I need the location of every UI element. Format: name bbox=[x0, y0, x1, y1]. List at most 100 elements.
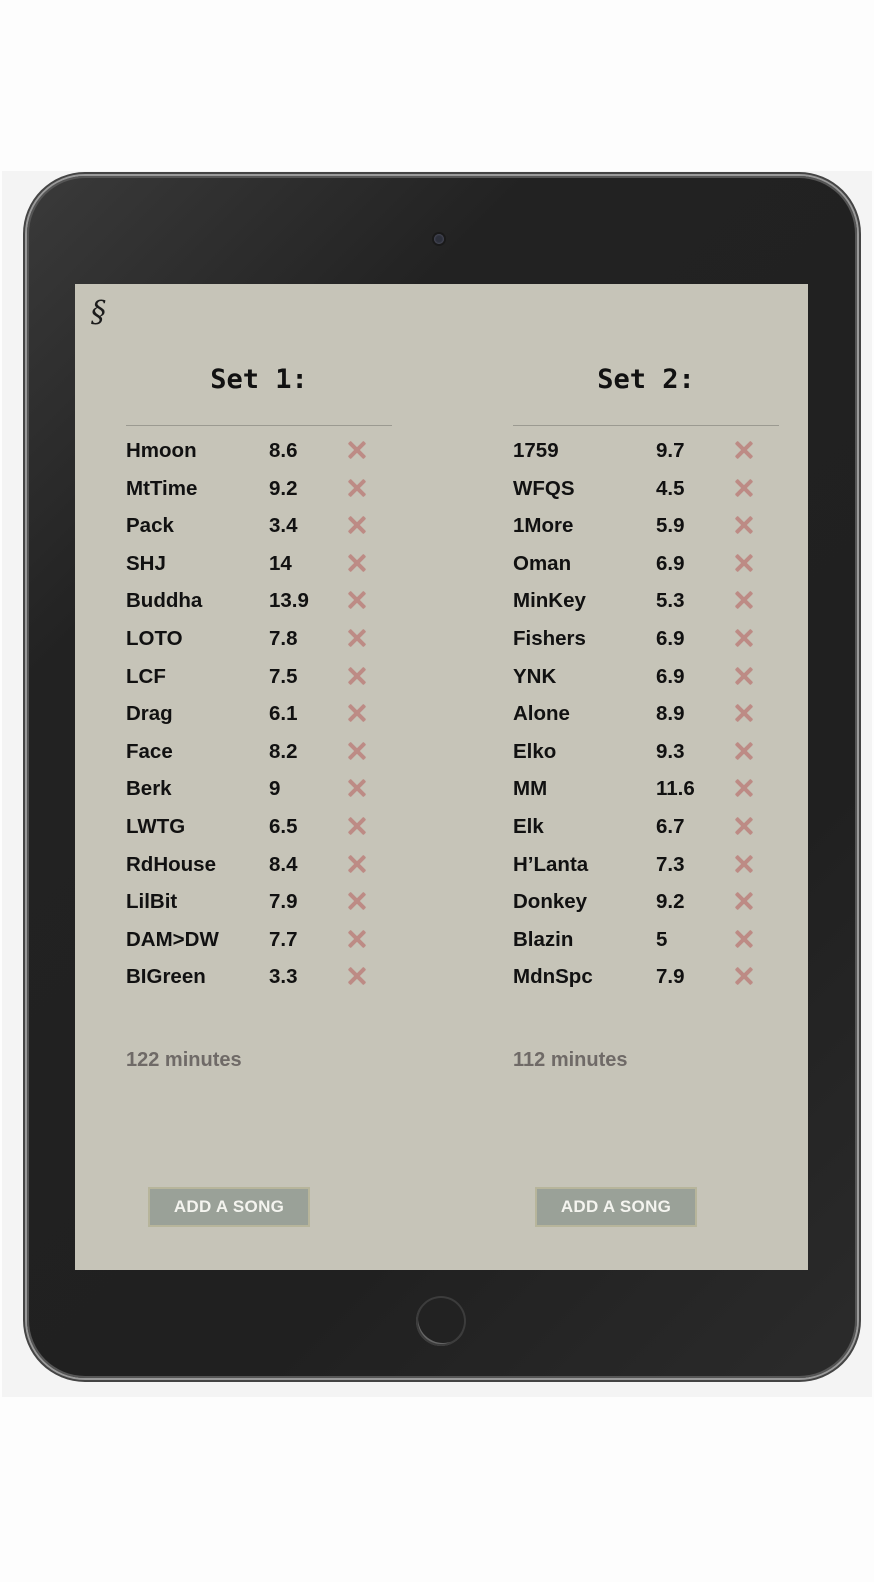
song-length: 7.5 bbox=[269, 664, 298, 688]
remove-song-close-icon[interactable] bbox=[347, 628, 367, 648]
song-row: LOTO 7.8 bbox=[126, 623, 392, 661]
remove-song-close-icon[interactable] bbox=[347, 741, 367, 761]
remove-song-close-icon[interactable] bbox=[347, 929, 367, 949]
song-length: 7.8 bbox=[269, 626, 298, 650]
song-length: 9.2 bbox=[269, 476, 298, 500]
remove-song-close-icon[interactable] bbox=[347, 666, 367, 686]
divider bbox=[126, 425, 392, 426]
song-row: Elk 6.7 bbox=[513, 811, 779, 849]
song-name: H’Lanta bbox=[513, 852, 589, 876]
remove-song-close-icon[interactable] bbox=[734, 515, 754, 535]
song-row: Pack 3.4 bbox=[126, 510, 392, 548]
remove-song-close-icon[interactable] bbox=[734, 854, 754, 874]
song-name: BIGreen bbox=[126, 965, 206, 989]
song-row: YNK 6.9 bbox=[513, 661, 779, 699]
remove-song-close-icon[interactable] bbox=[734, 553, 754, 573]
song-name: Berk bbox=[126, 777, 172, 801]
song-length: 5.3 bbox=[656, 589, 685, 613]
song-length: 6.5 bbox=[269, 814, 298, 838]
song-name: RdHouse bbox=[126, 852, 216, 876]
song-length: 7.3 bbox=[656, 852, 685, 876]
remove-song-close-icon[interactable] bbox=[347, 854, 367, 874]
remove-song-close-icon[interactable] bbox=[734, 478, 754, 498]
song-name: Blazin bbox=[513, 927, 574, 951]
song-name: DAM>DW bbox=[126, 927, 219, 951]
remove-song-close-icon[interactable] bbox=[734, 590, 754, 610]
add-song-button[interactable]: ADD A SONG bbox=[535, 1187, 697, 1227]
song-name: LCF bbox=[126, 664, 166, 688]
song-length: 6.9 bbox=[656, 551, 685, 575]
song-row: Donkey 9.2 bbox=[513, 886, 779, 924]
remove-song-close-icon[interactable] bbox=[734, 929, 754, 949]
song-name: Donkey bbox=[513, 890, 588, 914]
song-name: LWTG bbox=[126, 814, 186, 838]
add-song-button[interactable]: ADD A SONG bbox=[148, 1187, 310, 1227]
song-name: MtTime bbox=[126, 476, 198, 500]
set-title: Set 1: bbox=[210, 364, 308, 395]
song-length: 3.4 bbox=[269, 514, 298, 538]
remove-song-close-icon[interactable] bbox=[734, 703, 754, 723]
song-row: RdHouse 8.4 bbox=[126, 849, 392, 887]
song-list: Hmoon 8.6 MtTime 9.2 Pack 3.4 SHJ 14 Buddha 13.9 L… bbox=[126, 435, 392, 999]
song-length: 7.9 bbox=[269, 890, 298, 914]
song-length: 8.9 bbox=[656, 702, 685, 726]
song-name: YNK bbox=[513, 664, 557, 688]
remove-song-close-icon[interactable] bbox=[347, 515, 367, 535]
remove-song-close-icon[interactable] bbox=[347, 966, 367, 986]
song-row: MinKey 5.3 bbox=[513, 585, 779, 623]
song-row: LWTG 6.5 bbox=[126, 811, 392, 849]
song-name: Pack bbox=[126, 514, 174, 538]
song-length: 9.3 bbox=[656, 739, 685, 763]
remove-song-close-icon[interactable] bbox=[347, 478, 367, 498]
song-length: 8.4 bbox=[269, 852, 298, 876]
app-screen: § Set 1: Hmoon 8.6 MtTime 9.2 Pack 3.4 SHJ 14 Bu… bbox=[75, 284, 808, 1270]
song-row: BIGreen 3.3 bbox=[126, 961, 392, 999]
song-name: Buddha bbox=[126, 589, 203, 613]
song-length: 7.9 bbox=[656, 965, 685, 989]
song-row: WFQS 4.5 bbox=[513, 473, 779, 511]
remove-song-close-icon[interactable] bbox=[734, 891, 754, 911]
remove-song-close-icon[interactable] bbox=[734, 778, 754, 798]
remove-song-close-icon[interactable] bbox=[347, 816, 367, 836]
song-row: Oman 6.9 bbox=[513, 548, 779, 586]
remove-song-close-icon[interactable] bbox=[347, 703, 367, 723]
song-length: 6.7 bbox=[656, 814, 685, 838]
remove-song-close-icon[interactable] bbox=[347, 778, 367, 798]
remove-song-close-icon[interactable] bbox=[734, 741, 754, 761]
song-row: Elko 9.3 bbox=[513, 736, 779, 774]
remove-song-close-icon[interactable] bbox=[347, 590, 367, 610]
song-name: Alone bbox=[513, 702, 570, 726]
remove-song-close-icon[interactable] bbox=[734, 666, 754, 686]
remove-song-close-icon[interactable] bbox=[347, 891, 367, 911]
song-row: LilBit 7.9 bbox=[126, 886, 392, 924]
home-button[interactable] bbox=[416, 1296, 466, 1346]
song-length: 6.9 bbox=[656, 626, 685, 650]
song-length: 3.3 bbox=[269, 965, 298, 989]
song-row: Buddha 13.9 bbox=[126, 585, 392, 623]
song-row: Face 8.2 bbox=[126, 736, 392, 774]
song-name: 1More bbox=[513, 514, 574, 538]
remove-song-close-icon[interactable] bbox=[347, 440, 367, 460]
song-name: Elko bbox=[513, 739, 557, 763]
song-name: 1759 bbox=[513, 439, 559, 462]
song-list: 1759 9.7 WFQS 4.5 1More 5.9 Oman 6.9 MinKey 5.3 Fi… bbox=[513, 435, 779, 999]
divider bbox=[513, 425, 779, 426]
song-length: 9 bbox=[269, 777, 281, 801]
song-row: Berk 9 bbox=[126, 773, 392, 811]
song-length: 9.2 bbox=[656, 890, 685, 914]
song-length: 4.5 bbox=[656, 476, 685, 500]
song-row: MM 11.6 bbox=[513, 773, 779, 811]
song-row: SHJ 14 bbox=[126, 548, 392, 586]
song-row: Hmoon 8.6 bbox=[126, 435, 392, 473]
remove-song-close-icon[interactable] bbox=[734, 628, 754, 648]
remove-song-close-icon[interactable] bbox=[734, 966, 754, 986]
song-length: 8.2 bbox=[269, 739, 298, 763]
song-name: LOTO bbox=[126, 626, 183, 650]
song-name: WFQS bbox=[513, 476, 575, 500]
song-row: MtTime 9.2 bbox=[126, 473, 392, 511]
remove-song-close-icon[interactable] bbox=[734, 440, 754, 460]
logo-icon[interactable]: § bbox=[91, 298, 106, 328]
remove-song-close-icon[interactable] bbox=[734, 816, 754, 836]
set-total-minutes: 122 minutes bbox=[126, 1049, 242, 1071]
remove-song-close-icon[interactable] bbox=[347, 553, 367, 573]
